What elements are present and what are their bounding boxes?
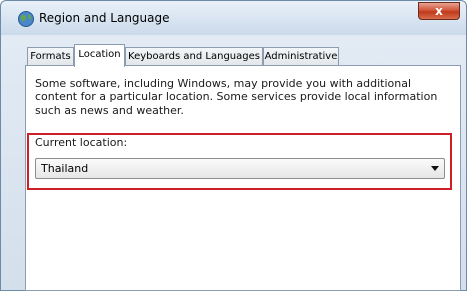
current-location-label: Current location:: [35, 136, 128, 149]
location-description: Some software, including Windows, may pr…: [35, 77, 438, 117]
tab-formats[interactable]: Formats: [27, 47, 74, 66]
current-location-dropdown[interactable]: Thailand: [35, 158, 445, 179]
tab-location[interactable]: Location: [74, 44, 125, 67]
current-location-value: Thailand: [41, 162, 89, 175]
close-button[interactable]: x: [418, 2, 460, 20]
tab-keyboards-and-languages[interactable]: Keyboards and Languages: [125, 47, 263, 66]
title-bar: Region and Language x: [1, 1, 466, 35]
chevron-down-icon: [431, 166, 439, 171]
tab-administrative[interactable]: Administrative: [263, 47, 339, 66]
globe-icon: [17, 10, 35, 28]
window-title: Region and Language: [39, 11, 170, 25]
